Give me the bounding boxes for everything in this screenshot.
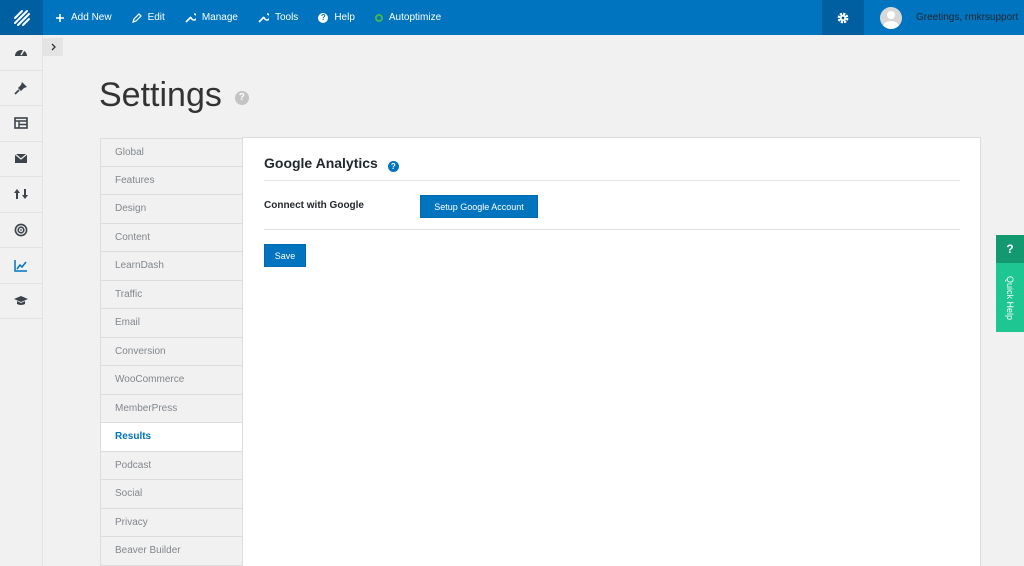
tab-content[interactable]: Content <box>100 223 243 252</box>
logo-icon <box>13 9 30 26</box>
quick-help-tab[interactable]: ? Quick Help <box>996 235 1024 332</box>
tab-social[interactable]: Social <box>100 480 243 509</box>
tab-features[interactable]: Features <box>100 166 243 195</box>
section-heading-text: Google Analytics <box>264 154 378 171</box>
page-title: Settings ? <box>99 76 249 115</box>
graduation-cap-icon <box>14 295 28 305</box>
help-menu[interactable]: ? Help <box>308 0 365 35</box>
tools-menu[interactable]: Tools <box>248 0 308 35</box>
quick-help-label: Quick Help <box>1005 275 1016 320</box>
rail-layouts[interactable] <box>0 106 42 142</box>
chevron-right-icon <box>51 43 56 51</box>
tab-memberpress[interactable]: MemberPress <box>100 394 243 423</box>
tab-conversion[interactable]: Conversion <box>100 337 243 366</box>
arrows-icon <box>14 189 28 200</box>
greeting-text: Greetings, rmkrsupport <box>916 12 1019 23</box>
manage-label: Manage <box>201 12 238 23</box>
rail-posts[interactable] <box>0 71 42 106</box>
tab-global[interactable]: Global <box>100 138 243 167</box>
help-icon[interactable]: ? <box>234 90 249 105</box>
setup-google-account-button[interactable]: Setup Google Account <box>420 195 538 218</box>
left-rail <box>0 35 43 566</box>
chart-icon <box>14 259 27 272</box>
autoptimize-label: Autoptimize <box>388 12 442 23</box>
add-new-menu[interactable]: Add New <box>45 0 122 35</box>
save-button[interactable]: Save <box>264 244 306 267</box>
avatar <box>880 6 902 29</box>
plus-icon <box>55 13 65 23</box>
manage-menu[interactable]: Manage <box>175 0 248 35</box>
help-icon[interactable]: ? <box>387 161 399 172</box>
gear-icon <box>837 12 849 23</box>
autoptimize-menu[interactable]: Autoptimize <box>365 0 451 35</box>
help-label: Help <box>334 12 355 23</box>
rail-courses[interactable] <box>0 284 42 319</box>
tab-learndash[interactable]: LearnDash <box>100 252 243 281</box>
edit-label: Edit <box>147 12 165 23</box>
divider <box>264 229 960 230</box>
divider <box>264 180 960 181</box>
tab-podcast[interactable]: Podcast <box>100 451 243 480</box>
settings-tabs: Global Features Design Content LearnDash… <box>100 138 243 566</box>
dashboard-icon <box>15 49 27 57</box>
rail-email[interactable] <box>0 142 42 177</box>
tab-traffic[interactable]: Traffic <box>100 280 243 309</box>
mail-icon <box>14 153 28 164</box>
tab-design[interactable]: Design <box>100 195 243 224</box>
pencil-icon <box>131 12 142 23</box>
rail-goals[interactable] <box>0 213 42 248</box>
logo[interactable] <box>0 0 43 35</box>
section-heading: Google Analytics ? <box>264 153 399 172</box>
wrench-icon <box>258 12 269 23</box>
tab-email[interactable]: Email <box>100 309 243 338</box>
pin-icon <box>14 81 27 95</box>
tab-woocommerce[interactable]: WooCommerce <box>100 366 243 395</box>
tools-label: Tools <box>274 12 299 23</box>
collapse-toggle[interactable] <box>43 38 63 56</box>
target-icon <box>14 223 28 237</box>
tab-beaver-builder[interactable]: Beaver Builder <box>100 537 243 566</box>
rail-analytics[interactable] <box>0 248 42 284</box>
page-title-text: Settings <box>99 76 222 114</box>
tab-privacy[interactable]: Privacy <box>100 508 243 537</box>
layout-icon <box>14 117 28 130</box>
edit-menu[interactable]: Edit <box>122 0 175 35</box>
tab-results[interactable]: Results <box>100 423 243 452</box>
help-icon: ? <box>318 12 329 23</box>
wrench-icon <box>185 12 196 23</box>
status-dot-icon <box>374 13 383 22</box>
settings-panel: Google Analytics ? Connect with Google S… <box>242 137 981 566</box>
settings-button[interactable] <box>822 0 864 35</box>
rail-dashboard[interactable] <box>0 35 42 71</box>
rail-sort[interactable] <box>0 177 42 213</box>
user-menu[interactable]: Greetings, rmkrsupport <box>864 0 1024 35</box>
connect-with-google-label: Connect with Google <box>264 200 364 211</box>
add-new-label: Add New <box>71 12 112 23</box>
question-icon: ? <box>996 235 1024 263</box>
